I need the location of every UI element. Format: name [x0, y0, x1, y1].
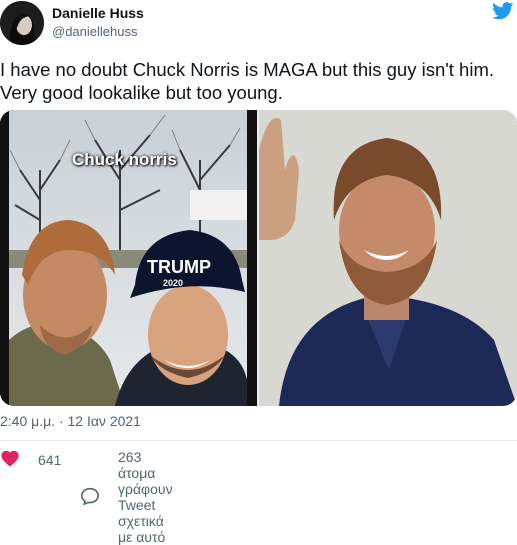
like-count: 641	[38, 451, 62, 468]
media-photo-left[interactable]: TRUMP 2020 Chuck norris	[0, 110, 257, 406]
tweet-timestamp[interactable]: 2:40 μ.μ. · 12 Ιαν 2021	[0, 413, 141, 429]
heart-icon[interactable]	[0, 449, 30, 470]
hat-year: 2020	[163, 278, 183, 288]
author-handle[interactable]: @daniellehuss	[52, 24, 137, 39]
tweet-header: Danielle Huss @daniellehuss	[0, 0, 517, 50]
twitter-bird-icon[interactable]	[492, 2, 514, 20]
reply-bubble-icon[interactable]	[80, 487, 110, 508]
tweet-text: I have no doubt Chuck Norris is MAGA but…	[0, 58, 515, 104]
divider	[0, 440, 517, 441]
image-overlay-caption: Chuck norris	[72, 150, 177, 169]
media-photo-right[interactable]	[259, 110, 517, 406]
author-name[interactable]: Danielle Huss	[52, 5, 144, 21]
tweet-media[interactable]: TRUMP 2020 Chuck norris	[0, 110, 517, 406]
avatar[interactable]	[0, 1, 44, 45]
reply-summary: 263 άτομα γράφουν Tweet σχετικά με αυτό	[118, 449, 173, 545]
tweet-text-line-2: Very good lookalike but too young.	[0, 82, 283, 103]
tweet-text-line-1: I have no doubt Chuck Norris is MAGA but…	[0, 59, 494, 80]
reply-action[interactable]: 263 άτομα γράφουν Tweet σχετικά με αυτό	[80, 449, 173, 545]
like-action[interactable]: 641	[0, 449, 61, 470]
hat-text: TRUMP	[147, 257, 211, 277]
